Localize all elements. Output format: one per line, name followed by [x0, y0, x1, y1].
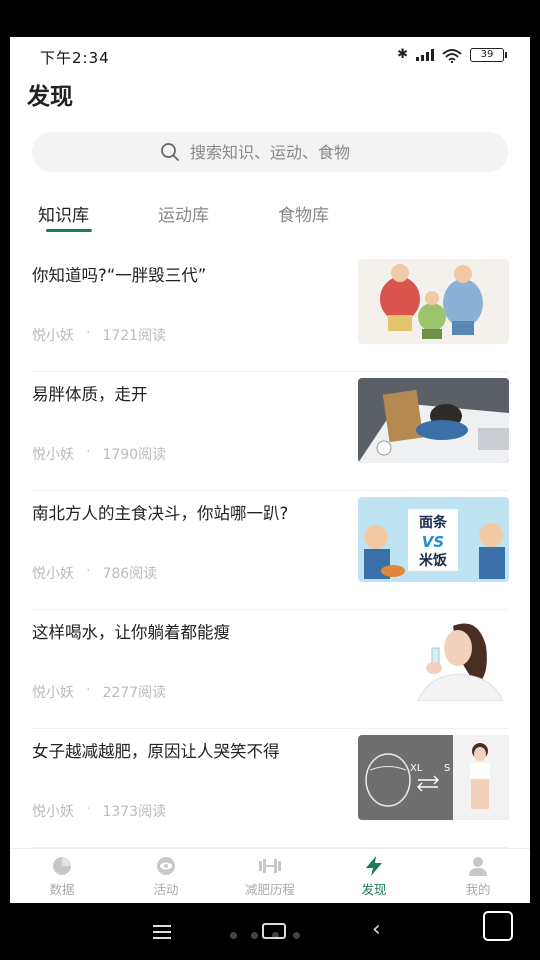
dumbbell-icon	[259, 858, 281, 873]
article-thumbnail	[358, 616, 509, 701]
search-bar[interactable]	[32, 132, 508, 172]
meta-separator: ·	[86, 325, 91, 341]
system-navigation-bar: ‹	[0, 903, 540, 960]
bluetooth-icon: ✱	[397, 47, 408, 62]
article-reads: 1373阅读	[102, 804, 167, 820]
lightning-icon	[366, 855, 382, 876]
status-icons: ✱ 39	[397, 47, 507, 63]
recent-apps-icon[interactable]	[262, 923, 286, 939]
article-meta: 悦小妖 · 1790阅读	[32, 444, 166, 464]
status-time: 下午2:34	[40, 49, 110, 67]
tab-label: 我的	[465, 881, 491, 897]
tab-weight-loss-journey[interactable]: 减肥历程	[218, 849, 322, 903]
tab-exercise[interactable]: 运动库	[158, 201, 209, 226]
page-title: 发现	[27, 84, 73, 110]
menu-icon[interactable]	[153, 925, 171, 943]
article-thumbnail: 面条 VS 米饭	[358, 497, 509, 582]
battery-icon: 39	[470, 47, 507, 62]
tab-food[interactable]: 食物库	[278, 201, 329, 226]
article-meta: 悦小妖 · 2277阅读	[32, 682, 166, 702]
article-meta: 悦小妖 · 786阅读	[32, 563, 157, 583]
article-list: 你知道吗?“一胖毁三代” 悦小妖 · 1721阅读 易胖体质，走开 悦小妖 · …	[10, 253, 530, 848]
article-author: 悦小妖	[32, 566, 74, 582]
app-screen: 下午2:34 ✱ 39 发现 知识库 运动库 食物库 你知道吗?“一胖毁三代” …	[10, 37, 530, 903]
article-thumbnail: XL S	[358, 735, 509, 820]
article-thumbnail	[358, 378, 509, 463]
search-icon	[161, 143, 179, 161]
article-reads: 1790阅读	[102, 447, 167, 463]
tab-label: 减肥历程	[244, 881, 295, 897]
wifi-icon	[442, 48, 462, 63]
meta-separator: ·	[86, 444, 91, 460]
tired-person-at-desk-image	[358, 378, 509, 463]
save-icon[interactable]	[483, 911, 513, 941]
tab-mine[interactable]: 我的	[426, 849, 530, 903]
article-meta: 悦小妖 · 1373阅读	[32, 801, 166, 821]
pie-chart-icon	[53, 856, 71, 875]
article-title: 易胖体质，走开	[32, 385, 148, 404]
tab-label: 数据	[49, 881, 75, 897]
thumb-text: S	[444, 763, 450, 774]
tab-activity[interactable]: 活动	[114, 849, 218, 903]
tab-label: 发现	[361, 881, 387, 897]
search-input[interactable]	[190, 142, 380, 162]
active-tab-indicator	[46, 229, 92, 232]
article-reads: 2277阅读	[102, 685, 167, 701]
article-meta: 悦小妖 · 1721阅读	[32, 325, 166, 345]
meta-separator: ·	[86, 801, 91, 817]
tab-label: 活动	[153, 881, 179, 897]
article-title: 你知道吗?“一胖毁三代”	[32, 266, 207, 285]
article-author: 悦小妖	[32, 804, 74, 820]
list-item[interactable]: 南北方人的主食决斗，你站哪一趴? 悦小妖 · 786阅读 面条 VS 米饭	[32, 491, 509, 610]
article-title: 女子越减越肥，原因让人哭笑不得	[32, 742, 280, 761]
article-thumbnail	[358, 259, 509, 344]
status-bar: 下午2:34 ✱ 39	[10, 37, 530, 75]
signal-icon	[416, 48, 434, 61]
article-title: 这样喝水，让你躺着都能瘦	[32, 623, 230, 642]
list-item[interactable]: 易胖体质，走开 悦小妖 · 1790阅读	[32, 372, 509, 491]
list-item[interactable]: 这样喝水，让你躺着都能瘦 悦小妖 · 2277阅读	[32, 610, 509, 729]
article-title: 南北方人的主食决斗，你站哪一趴?	[32, 504, 289, 523]
overweight-family-cartoon-image	[358, 259, 509, 344]
waist-xl-to-s-image: XL S	[358, 735, 509, 820]
eye-circle-icon	[157, 856, 175, 875]
list-item[interactable]: 女子越减越肥，原因让人哭笑不得 悦小妖 · 1373阅读 XL S	[32, 729, 509, 848]
bottom-tab-bar: 数据 活动 减肥历程 发现 我的	[10, 848, 530, 903]
tab-data[interactable]: 数据	[10, 849, 114, 903]
article-reads: 786阅读	[102, 566, 158, 582]
tab-discover[interactable]: 发现	[322, 849, 426, 903]
back-icon[interactable]: ‹	[372, 917, 381, 942]
article-author: 悦小妖	[32, 685, 74, 701]
category-tabs: 知识库 运动库 食物库	[10, 197, 530, 237]
thumb-text: XL	[410, 763, 423, 774]
article-author: 悦小妖	[32, 328, 74, 344]
article-reads: 1721阅读	[102, 328, 167, 344]
thumb-text: VS	[422, 533, 444, 551]
meta-separator: ·	[86, 682, 91, 698]
person-icon	[469, 856, 487, 876]
list-item[interactable]: 你知道吗?“一胖毁三代” 悦小妖 · 1721阅读	[32, 253, 509, 372]
woman-drinking-water-image	[358, 616, 509, 701]
thumb-text: 面条	[419, 514, 448, 531]
article-author: 悦小妖	[32, 447, 74, 463]
meta-separator: ·	[86, 563, 91, 579]
thumb-text: 米饭	[419, 552, 448, 569]
noodles-vs-rice-image: 面条 VS 米饭	[358, 497, 509, 582]
tab-knowledge[interactable]: 知识库	[38, 201, 89, 226]
